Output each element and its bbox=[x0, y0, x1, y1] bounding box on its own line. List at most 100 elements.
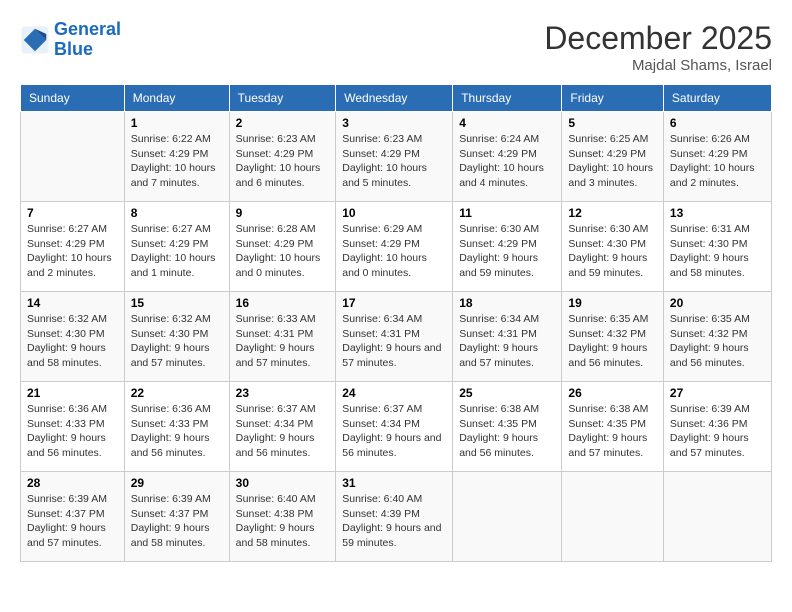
location: Majdal Shams, Israel bbox=[544, 57, 772, 74]
logo-icon bbox=[20, 25, 50, 55]
calendar-cell: 24 Sunrise: 6:37 AMSunset: 4:34 PMDayligh… bbox=[336, 382, 453, 472]
calendar-cell: 8 Sunrise: 6:27 AMSunset: 4:29 PMDaylight… bbox=[124, 202, 229, 292]
day-number: 1 bbox=[131, 116, 223, 130]
day-info: Sunrise: 6:28 AMSunset: 4:29 PMDaylight:… bbox=[236, 222, 330, 281]
calendar-cell: 13 Sunrise: 6:31 AMSunset: 4:30 PMDayligh… bbox=[663, 202, 771, 292]
calendar-cell: 15Sunrise: 6:32 AMSunset: 4:30 PMDayligh… bbox=[124, 292, 229, 382]
day-info: Sunrise: 6:26 AMSunset: 4:29 PMDaylight:… bbox=[670, 132, 765, 191]
logo-text: General Blue bbox=[54, 20, 121, 60]
calendar-cell: 1 Sunrise: 6:22 AMSunset: 4:29 PMDaylight… bbox=[124, 112, 229, 202]
title-block: December 2025 Majdal Shams, Israel bbox=[544, 20, 772, 74]
calendar-cell: 4 Sunrise: 6:24 AMSunset: 4:29 PMDaylight… bbox=[453, 112, 562, 202]
day-number: 16 bbox=[236, 296, 330, 310]
day-number: 3 bbox=[342, 116, 446, 130]
calendar-cell: 19 Sunrise: 6:35 AMSunset: 4:32 PMDayligh… bbox=[562, 292, 663, 382]
day-info: Sunrise: 6:39 AMSunset: 4:37 PMDaylight:… bbox=[131, 492, 223, 551]
day-number: 22 bbox=[131, 386, 223, 400]
day-number: 19 bbox=[568, 296, 656, 310]
weekday-header: Thursday bbox=[453, 85, 562, 112]
day-info: Sunrise: 6:30 AMSunset: 4:29 PMDaylight:… bbox=[459, 222, 555, 281]
day-number: 6 bbox=[670, 116, 765, 130]
day-info: Sunrise: 6:35 AMSunset: 4:32 PMDaylight:… bbox=[670, 312, 765, 371]
day-info: Sunrise: 6:40 AMSunset: 4:39 PMDaylight:… bbox=[342, 492, 446, 551]
calendar-cell: 12Sunrise: 6:30 AMSunset: 4:30 PMDayligh… bbox=[562, 202, 663, 292]
day-info: Sunrise: 6:35 AMSunset: 4:32 PMDaylight:… bbox=[568, 312, 656, 371]
calendar-cell: 27 Sunrise: 6:39 AMSunset: 4:36 PMDayligh… bbox=[663, 382, 771, 472]
day-number: 8 bbox=[131, 206, 223, 220]
day-info: Sunrise: 6:22 AMSunset: 4:29 PMDaylight:… bbox=[131, 132, 223, 191]
day-number: 18 bbox=[459, 296, 555, 310]
day-info: Sunrise: 6:34 AMSunset: 4:31 PMDaylight:… bbox=[459, 312, 555, 371]
calendar-cell: 18 Sunrise: 6:34 AMSunset: 4:31 PMDayligh… bbox=[453, 292, 562, 382]
day-info: Sunrise: 6:27 AMSunset: 4:29 PMDaylight:… bbox=[131, 222, 223, 281]
calendar-cell: 28 Sunrise: 6:39 AMSunset: 4:37 PMDayligh… bbox=[21, 472, 125, 562]
calendar-cell bbox=[562, 472, 663, 562]
day-number: 12 bbox=[568, 206, 656, 220]
weekday-header: Friday bbox=[562, 85, 663, 112]
weekday-header: Sunday bbox=[21, 85, 125, 112]
calendar-cell: 26 Sunrise: 6:38 AMSunset: 4:35 PMDayligh… bbox=[562, 382, 663, 472]
month-title: December 2025 bbox=[544, 20, 772, 57]
calendar-cell bbox=[453, 472, 562, 562]
calendar-cell: 29Sunrise: 6:39 AMSunset: 4:37 PMDayligh… bbox=[124, 472, 229, 562]
day-number: 9 bbox=[236, 206, 330, 220]
calendar-cell: 3Sunrise: 6:23 AMSunset: 4:29 PMDaylight… bbox=[336, 112, 453, 202]
day-number: 31 bbox=[342, 476, 446, 490]
day-info: Sunrise: 6:23 AMSunset: 4:29 PMDaylight:… bbox=[236, 132, 330, 191]
calendar-cell: 14Sunrise: 6:32 AMSunset: 4:30 PMDayligh… bbox=[21, 292, 125, 382]
calendar-cell: 21Sunrise: 6:36 AMSunset: 4:33 PMDayligh… bbox=[21, 382, 125, 472]
calendar-cell: 20Sunrise: 6:35 AMSunset: 4:32 PMDayligh… bbox=[663, 292, 771, 382]
calendar-cell: 11 Sunrise: 6:30 AMSunset: 4:29 PMDayligh… bbox=[453, 202, 562, 292]
day-number: 13 bbox=[670, 206, 765, 220]
day-info: Sunrise: 6:31 AMSunset: 4:30 PMDaylight:… bbox=[670, 222, 765, 281]
day-number: 28 bbox=[27, 476, 118, 490]
day-info: Sunrise: 6:33 AMSunset: 4:31 PMDaylight:… bbox=[236, 312, 330, 371]
day-info: Sunrise: 6:27 AMSunset: 4:29 PMDaylight:… bbox=[27, 222, 118, 281]
day-number: 4 bbox=[459, 116, 555, 130]
day-number: 11 bbox=[459, 206, 555, 220]
calendar-cell: 5 Sunrise: 6:25 AMSunset: 4:29 PMDaylight… bbox=[562, 112, 663, 202]
day-number: 24 bbox=[342, 386, 446, 400]
day-info: Sunrise: 6:32 AMSunset: 4:30 PMDaylight:… bbox=[131, 312, 223, 371]
day-info: Sunrise: 6:38 AMSunset: 4:35 PMDaylight:… bbox=[568, 402, 656, 461]
calendar-cell bbox=[21, 112, 125, 202]
calendar-cell: 16 Sunrise: 6:33 AMSunset: 4:31 PMDayligh… bbox=[229, 292, 336, 382]
calendar-cell: 23 Sunrise: 6:37 AMSunset: 4:34 PMDayligh… bbox=[229, 382, 336, 472]
logo: General Blue bbox=[20, 20, 121, 60]
calendar-cell: 31 Sunrise: 6:40 AMSunset: 4:39 PMDayligh… bbox=[336, 472, 453, 562]
calendar-cell: 6 Sunrise: 6:26 AMSunset: 4:29 PMDaylight… bbox=[663, 112, 771, 202]
day-number: 5 bbox=[568, 116, 656, 130]
day-number: 26 bbox=[568, 386, 656, 400]
day-info: Sunrise: 6:39 AMSunset: 4:36 PMDaylight:… bbox=[670, 402, 765, 461]
day-info: Sunrise: 6:25 AMSunset: 4:29 PMDaylight:… bbox=[568, 132, 656, 191]
page-header: General Blue December 2025 Majdal Shams,… bbox=[20, 20, 772, 74]
day-number: 23 bbox=[236, 386, 330, 400]
calendar-week-row: 21Sunrise: 6:36 AMSunset: 4:33 PMDayligh… bbox=[21, 382, 772, 472]
weekday-header: Wednesday bbox=[336, 85, 453, 112]
day-info: Sunrise: 6:39 AMSunset: 4:37 PMDaylight:… bbox=[27, 492, 118, 551]
calendar-cell: 22Sunrise: 6:36 AMSunset: 4:33 PMDayligh… bbox=[124, 382, 229, 472]
day-info: Sunrise: 6:38 AMSunset: 4:35 PMDaylight:… bbox=[459, 402, 555, 461]
calendar-cell: 17Sunrise: 6:34 AMSunset: 4:31 PMDayligh… bbox=[336, 292, 453, 382]
day-info: Sunrise: 6:40 AMSunset: 4:38 PMDaylight:… bbox=[236, 492, 330, 551]
calendar-week-row: 28 Sunrise: 6:39 AMSunset: 4:37 PMDayligh… bbox=[21, 472, 772, 562]
calendar-cell: 10Sunrise: 6:29 AMSunset: 4:29 PMDayligh… bbox=[336, 202, 453, 292]
day-info: Sunrise: 6:37 AMSunset: 4:34 PMDaylight:… bbox=[342, 402, 446, 461]
weekday-header: Monday bbox=[124, 85, 229, 112]
weekday-header: Tuesday bbox=[229, 85, 336, 112]
day-number: 30 bbox=[236, 476, 330, 490]
calendar-cell: 9 Sunrise: 6:28 AMSunset: 4:29 PMDaylight… bbox=[229, 202, 336, 292]
calendar-week-row: 14Sunrise: 6:32 AMSunset: 4:30 PMDayligh… bbox=[21, 292, 772, 382]
day-number: 7 bbox=[27, 206, 118, 220]
calendar-cell: 30 Sunrise: 6:40 AMSunset: 4:38 PMDayligh… bbox=[229, 472, 336, 562]
logo-line1: General bbox=[54, 19, 121, 39]
calendar-cell: 2Sunrise: 6:23 AMSunset: 4:29 PMDaylight… bbox=[229, 112, 336, 202]
calendar-cell bbox=[663, 472, 771, 562]
logo-line2: Blue bbox=[54, 39, 93, 59]
day-number: 27 bbox=[670, 386, 765, 400]
day-info: Sunrise: 6:37 AMSunset: 4:34 PMDaylight:… bbox=[236, 402, 330, 461]
calendar-cell: 25Sunrise: 6:38 AMSunset: 4:35 PMDayligh… bbox=[453, 382, 562, 472]
calendar-week-row: 7 Sunrise: 6:27 AMSunset: 4:29 PMDaylight… bbox=[21, 202, 772, 292]
day-info: Sunrise: 6:24 AMSunset: 4:29 PMDaylight:… bbox=[459, 132, 555, 191]
day-number: 10 bbox=[342, 206, 446, 220]
